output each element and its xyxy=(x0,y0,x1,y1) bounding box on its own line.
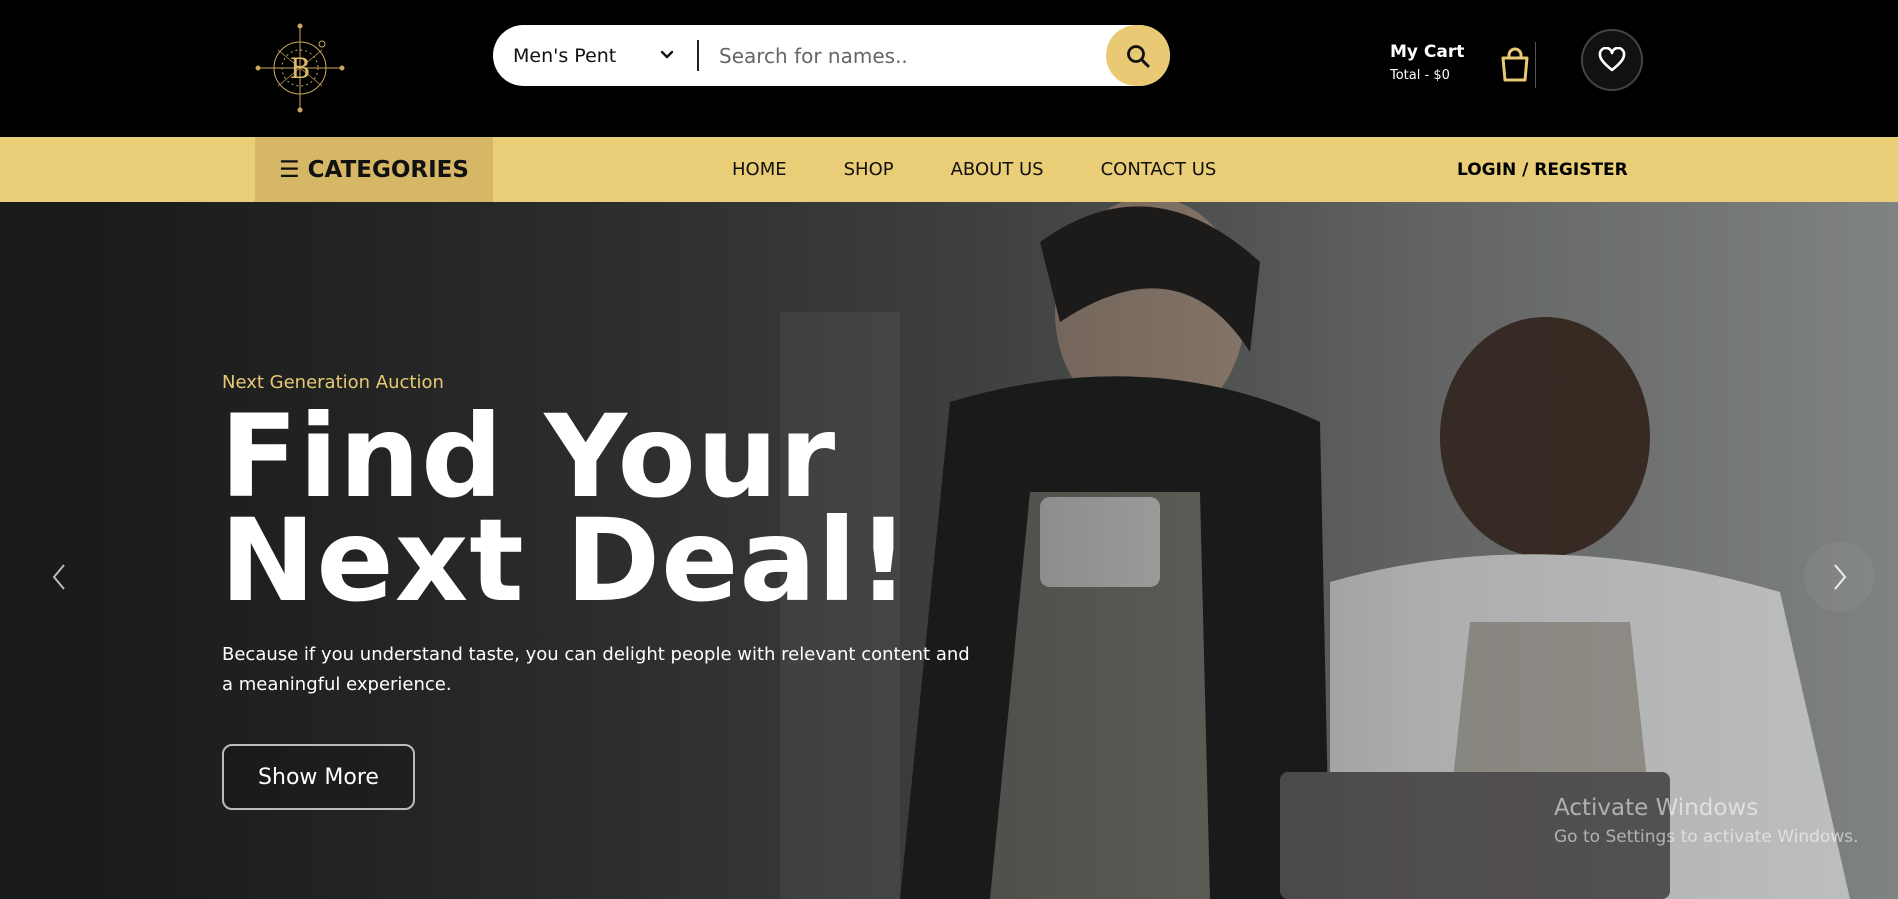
menu-icon: ☰ xyxy=(279,156,300,183)
nav-links: HOME SHOP ABOUT US CONTACT US xyxy=(732,137,1273,202)
wishlist-button[interactable] xyxy=(1581,29,1643,91)
hero-headline: Find Your Next Deal! xyxy=(220,400,911,627)
search-icon xyxy=(1127,44,1150,67)
search-bar: Men's Pent xyxy=(493,25,1170,86)
cart-total: Total - $0 xyxy=(1390,68,1450,83)
header-divider xyxy=(1535,42,1536,88)
nav-link-shop[interactable]: SHOP xyxy=(844,159,894,180)
windows-activation-watermark: Activate Windows Go to Settings to activ… xyxy=(1554,795,1859,847)
search-input[interactable] xyxy=(719,25,1089,86)
brand-logo[interactable]: B xyxy=(252,20,348,116)
watermark-line-1: Activate Windows xyxy=(1554,795,1759,821)
search-button[interactable] xyxy=(1106,25,1170,86)
logo-letter: B xyxy=(290,52,311,85)
nav-link-about-us[interactable]: ABOUT US xyxy=(951,159,1044,180)
shopping-bag-icon xyxy=(1501,47,1529,82)
nav-link-home[interactable]: HOME xyxy=(732,159,787,180)
slider-next-button[interactable] xyxy=(1804,542,1874,612)
logo-emblem-icon: B xyxy=(255,23,345,113)
slider-prev-button[interactable] xyxy=(44,557,76,597)
top-header: B Men's Pent My Cart Total - $0 xyxy=(0,0,1898,137)
category-select[interactable]: Men's Pent xyxy=(513,25,675,86)
search-divider xyxy=(697,40,699,71)
show-more-button[interactable]: Show More xyxy=(222,744,415,810)
hero-subtext: Because if you understand taste, you can… xyxy=(222,644,970,695)
main-nav: ☰ CATEGORIES HOME SHOP ABOUT US CONTACT … xyxy=(0,137,1898,202)
categories-label: CATEGORIES xyxy=(307,156,469,183)
categories-button[interactable]: ☰ CATEGORIES xyxy=(255,137,493,202)
cart-button[interactable] xyxy=(1498,45,1532,83)
cart-title: My Cart xyxy=(1390,42,1465,62)
category-select-value: Men's Pent xyxy=(513,44,617,67)
chevron-right-icon xyxy=(1834,564,1847,590)
heart-icon xyxy=(1598,47,1626,72)
chevron-left-icon xyxy=(52,564,65,590)
chevron-down-icon xyxy=(660,50,674,59)
cart-summary[interactable]: My Cart Total - $0 xyxy=(1390,42,1464,83)
nav-link-contact-us[interactable]: CONTACT US xyxy=(1101,159,1217,180)
watermark-line-2: Go to Settings to activate Windows. xyxy=(1554,827,1859,847)
hero-headline-line-2: Next Deal! xyxy=(220,494,911,627)
login-register-link[interactable]: LOGIN / REGISTER xyxy=(1457,137,1628,202)
